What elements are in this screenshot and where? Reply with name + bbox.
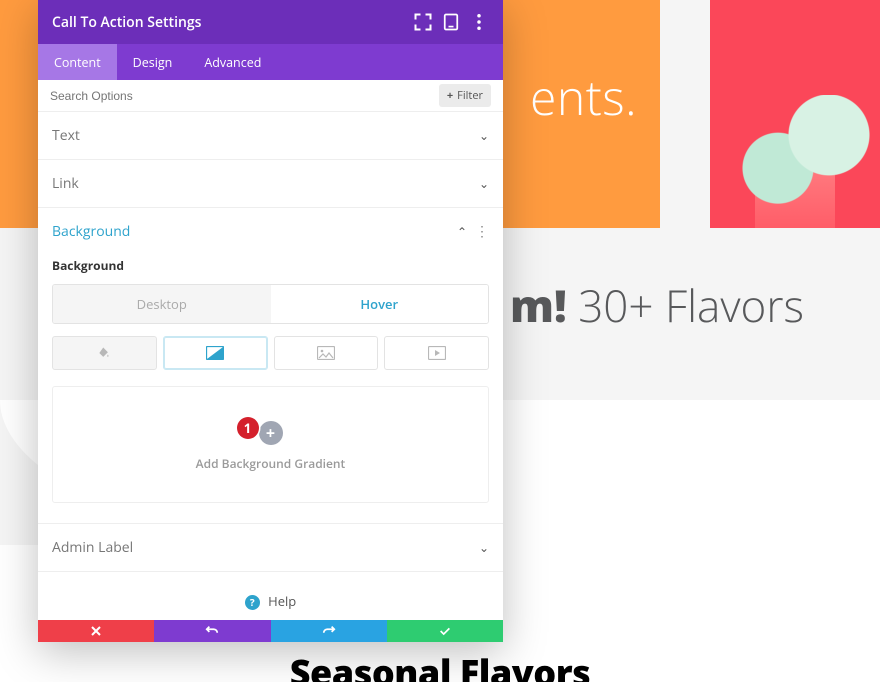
page-image-icecream [710, 95, 880, 228]
page-text-rest: 30+ Flavors [567, 275, 804, 335]
add-gradient-caption: Add Background Gradient [63, 455, 478, 472]
responsive-icon[interactable] [441, 12, 461, 32]
close-icon [89, 624, 103, 638]
tab-advanced[interactable]: Advanced [188, 44, 277, 80]
background-type-row [52, 336, 489, 370]
video-icon [428, 346, 446, 360]
chevron-down-icon: ⌄ [479, 175, 489, 192]
accordion-background-label: Background [52, 222, 130, 241]
accordion-background: Background ⌃ ⋮ Background Desktop Hover [38, 208, 503, 524]
tab-design[interactable]: Design [117, 44, 189, 80]
accordion-background-body: Background Desktop Hover [38, 257, 503, 523]
accordion-admin-label: Admin Label ⌄ [38, 524, 503, 572]
chevron-down-icon: ⌄ [479, 539, 489, 556]
state-hover[interactable]: Hover [271, 285, 489, 323]
accordion-options-icon[interactable]: ⋮ [475, 222, 489, 241]
state-toggle: Desktop Hover [52, 284, 489, 324]
accordion-admin-label-text: Admin Label [52, 538, 133, 557]
page-heading: Seasonal Flavors [0, 648, 880, 682]
bg-type-gradient[interactable] [163, 336, 268, 370]
help-row[interactable]: ? Help [38, 572, 503, 618]
undo-button[interactable] [154, 620, 270, 642]
save-button[interactable] [387, 620, 503, 642]
panel-title-text: Call To Action Settings [52, 13, 201, 32]
bg-type-video[interactable] [384, 336, 489, 370]
gradient-empty-box: 1 + Add Background Gradient [52, 386, 489, 503]
accordion-link-header[interactable]: Link ⌄ [38, 160, 503, 207]
bg-type-image[interactable] [274, 336, 379, 370]
state-desktop[interactable]: Desktop [53, 285, 271, 323]
filter-label: Filter [457, 88, 483, 103]
paint-bucket-icon [95, 346, 113, 360]
annotation-badge-1: 1 [237, 417, 259, 439]
panel-tabs: Content Design Advanced [38, 44, 503, 80]
search-row: + Filter [38, 80, 503, 112]
panel-titlebar[interactable]: Call To Action Settings [38, 0, 503, 44]
accordion-admin-header[interactable]: Admin Label ⌄ [38, 524, 503, 571]
cancel-button[interactable] [38, 620, 154, 642]
undo-icon [205, 624, 219, 638]
plus-icon: + [447, 88, 453, 103]
page-text-fragment-2: m! 30+ Flavors [510, 275, 804, 335]
expand-icon[interactable] [413, 12, 433, 32]
accordion-link-label: Link [52, 174, 79, 193]
accordion-text: Text ⌄ [38, 112, 503, 160]
background-sublabel: Background [52, 257, 489, 274]
tab-content[interactable]: Content [38, 44, 117, 80]
accordion-text-label: Text [52, 126, 80, 145]
chevron-down-icon: ⌄ [479, 127, 489, 144]
settings-panel: Call To Action Settings Content Design A… [38, 0, 503, 642]
search-input[interactable] [50, 89, 439, 103]
help-label: Help [268, 592, 296, 610]
page-text-bold: m! [510, 275, 567, 335]
bg-type-color[interactable] [52, 336, 157, 370]
accordion-text-header[interactable]: Text ⌄ [38, 112, 503, 159]
gradient-icon [206, 346, 224, 360]
chevron-up-icon: ⌃ [457, 223, 467, 240]
add-gradient-button[interactable]: + [259, 421, 283, 445]
page-text-fragment-1: ents. [530, 65, 637, 130]
check-icon [438, 624, 452, 638]
filter-button[interactable]: + Filter [439, 84, 491, 107]
help-icon: ? [245, 595, 260, 610]
accordion-background-header[interactable]: Background ⌃ ⋮ [38, 208, 503, 255]
kebab-icon[interactable] [469, 12, 489, 32]
accordion-link: Link ⌄ [38, 160, 503, 208]
panel-action-bar [38, 620, 503, 642]
redo-button[interactable] [271, 620, 387, 642]
panel-body: Text ⌄ Link ⌄ Background ⌃ ⋮ Background … [38, 112, 503, 642]
redo-icon [322, 624, 336, 638]
image-icon [317, 346, 335, 360]
